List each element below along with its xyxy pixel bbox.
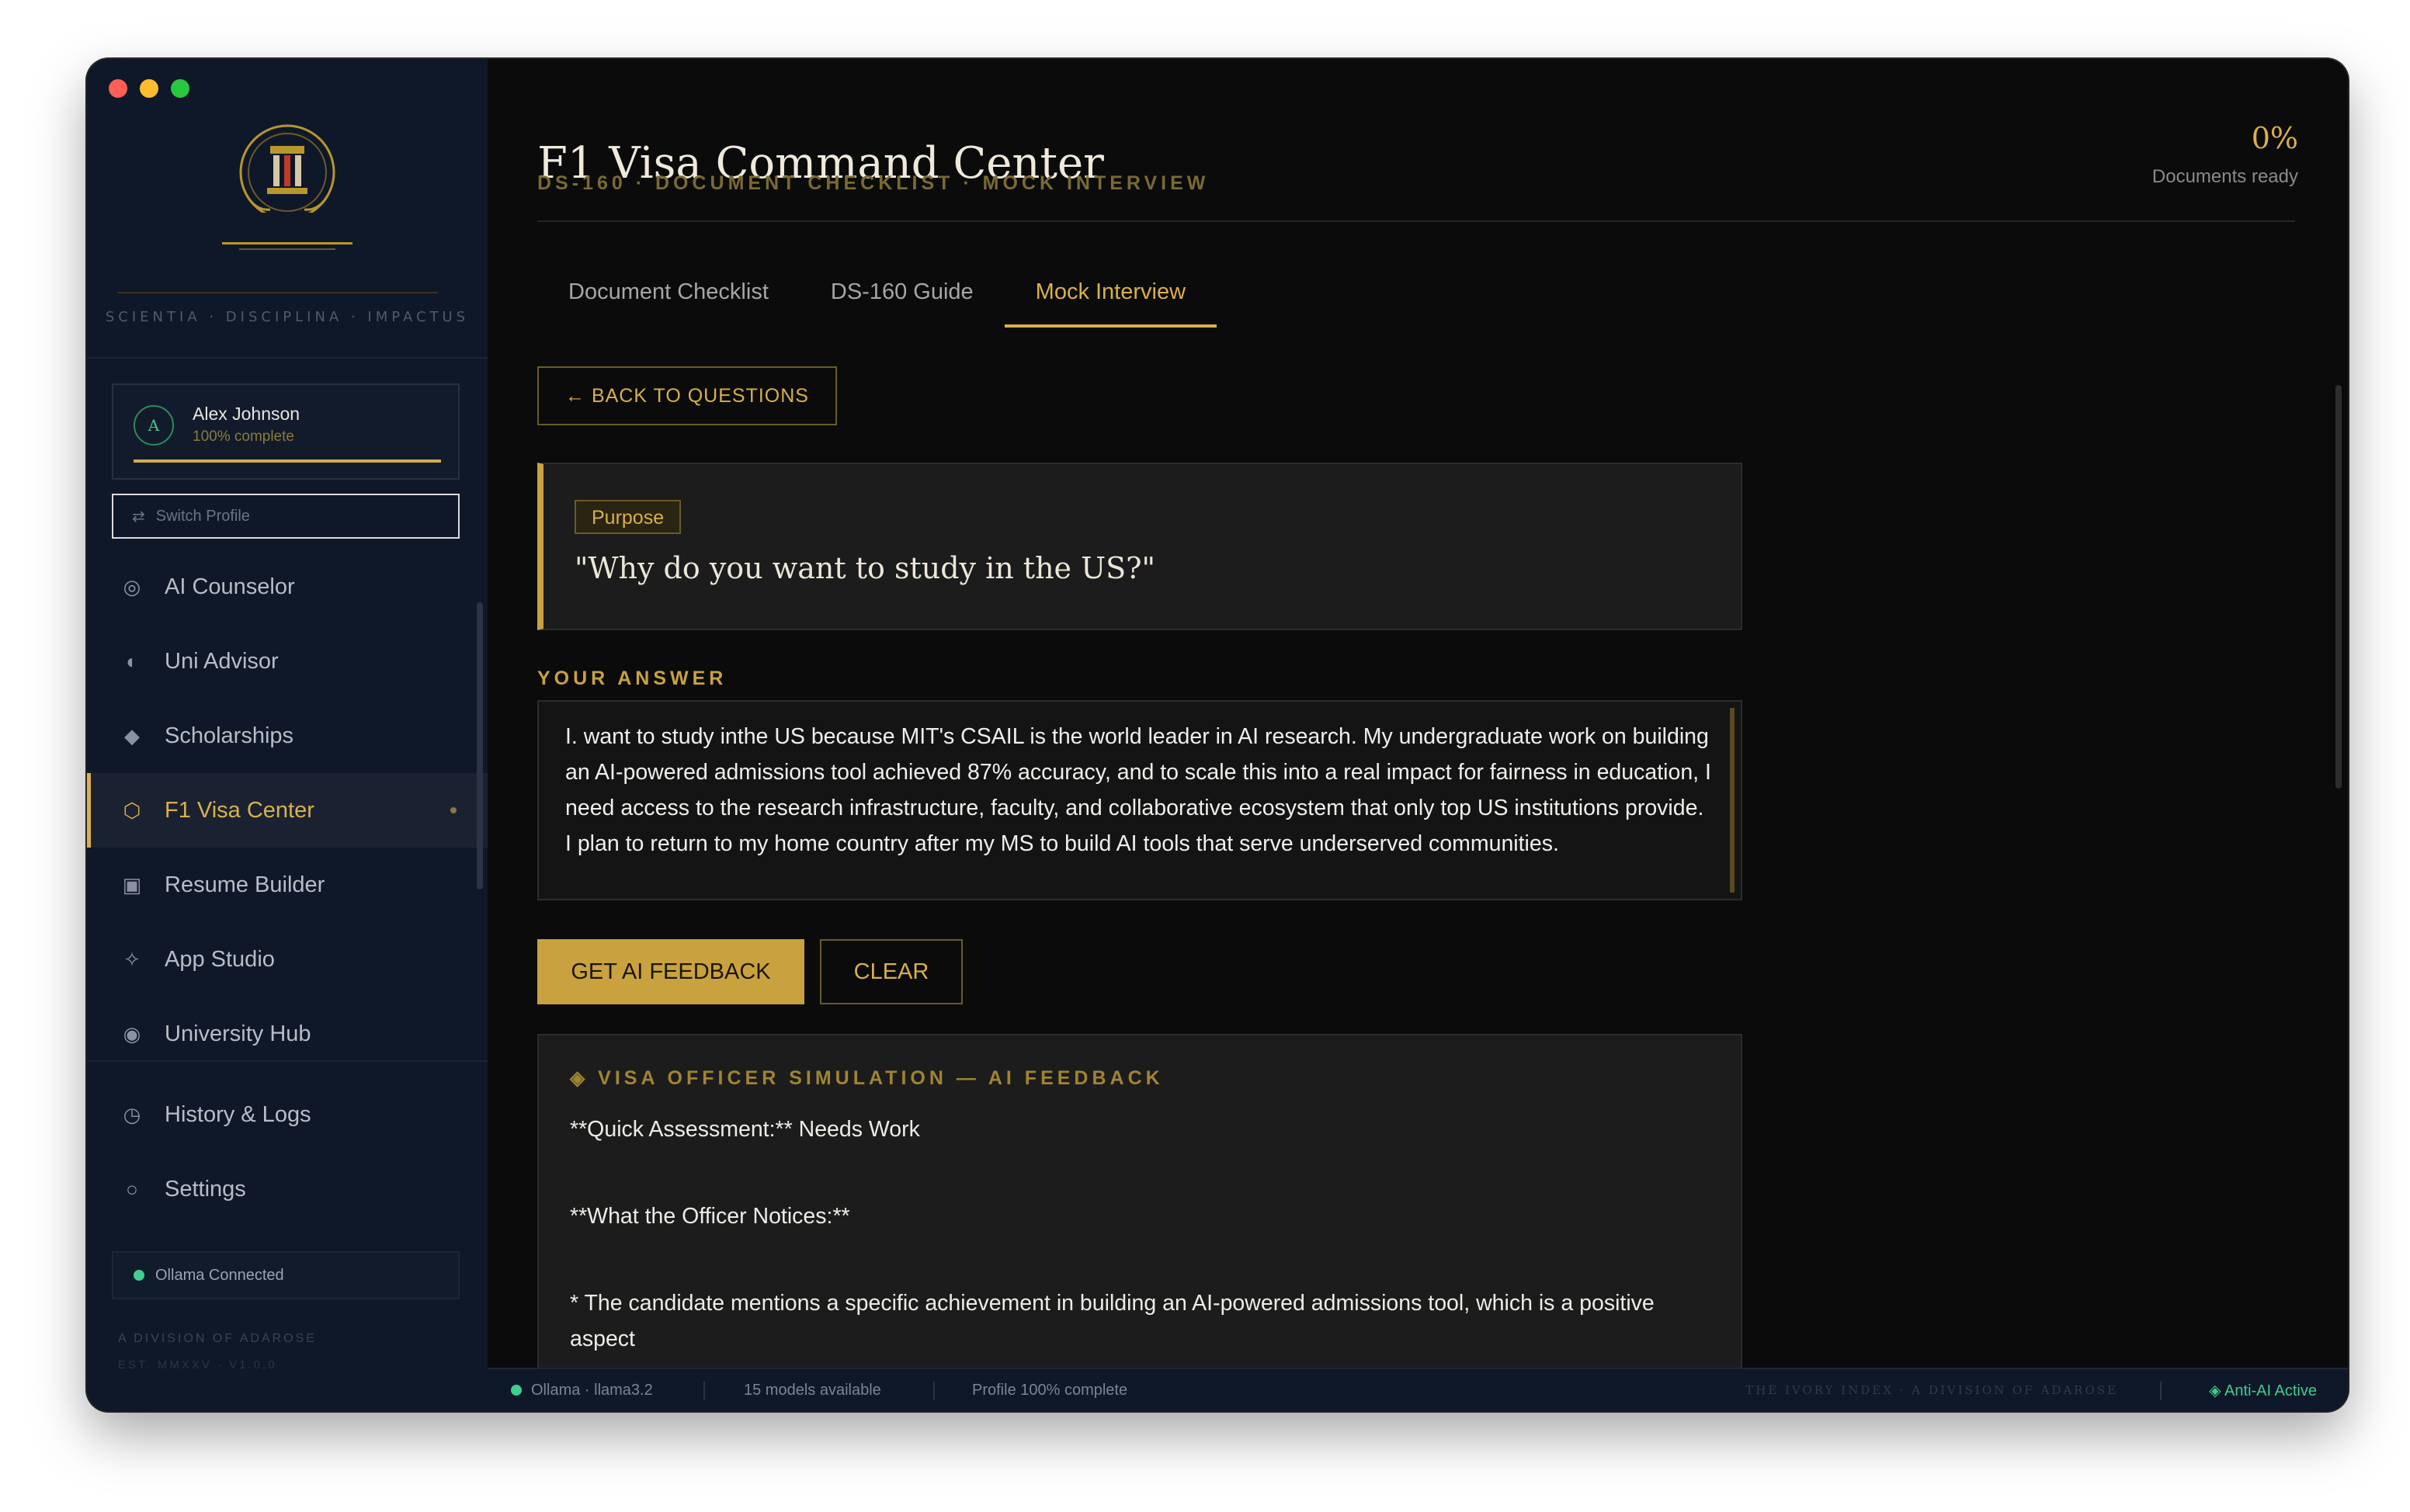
sidebar: SCIENTIA · DISCIPLINA · IMPACTUS A Alex … xyxy=(87,59,489,1411)
main-content: F1 Visa Command Center DS-160 · DOCUMENT… xyxy=(488,59,2348,1375)
back-to-questions-button[interactable]: ← BACK TO QUESTIONS xyxy=(537,366,837,425)
tab-mock-interview[interactable]: Mock Interview xyxy=(1004,273,1217,328)
sidebar-item-history-logs[interactable]: ◷ History & Logs xyxy=(87,1077,488,1152)
profile-name: Alex Johnson xyxy=(193,404,300,424)
clock-icon: ◷ xyxy=(123,1102,141,1126)
documents-percent: 0% xyxy=(2251,121,2298,155)
motto: SCIENTIA · DISCIPLINA · IMPACTUS xyxy=(105,309,470,325)
feedback-line: **Quick Assessment:** Needs Work xyxy=(570,1117,920,1142)
ollama-status: Ollama Connected xyxy=(155,1266,284,1284)
clear-button[interactable]: CLEAR xyxy=(820,939,963,1004)
status-brand: THE IVORY INDEX · A DIVISION OF ADAROSE xyxy=(1745,1383,2118,1397)
status-bar: Ollama · llama3.2 15 models available Pr… xyxy=(488,1368,2348,1411)
diamond-icon: ◆ xyxy=(124,723,140,747)
sidebar-item-label: Uni Advisor xyxy=(165,648,279,674)
tab-document-checklist[interactable]: Document Checklist xyxy=(537,273,800,328)
sidebar-item-label: Settings xyxy=(165,1176,246,1202)
sidebar-item-f1-visa-center[interactable]: ⬡ F1 Visa Center xyxy=(87,773,488,848)
tab-bar: Document Checklist DS-160 Guide Mock Inter… xyxy=(537,273,1217,328)
tab-ds-160-guide[interactable]: DS-160 Guide xyxy=(800,273,1005,328)
circle-icon: ○ xyxy=(126,1177,138,1201)
app-window: SCIENTIA · DISCIPLINA · IMPACTUS A Alex … xyxy=(87,59,2348,1411)
page-subtitle: DS-160 · DOCUMENT CHECKLIST · MOCK INTER… xyxy=(537,172,1210,194)
profile-completion: 100% complete xyxy=(193,428,294,445)
maximize-window-button[interactable] xyxy=(171,79,189,98)
half-circle-icon: ◐ xyxy=(126,649,138,673)
feedback-body: **Quick Assessment:** Needs Work **What … xyxy=(570,1111,1711,1374)
feedback-heading: ◈ VISA OFFICER SIMULATION — AI FEEDBACK xyxy=(570,1067,1164,1089)
square-icon: ▣ xyxy=(122,872,142,896)
sidebar-item-app-studio[interactable]: ✧ App Studio xyxy=(87,922,488,997)
sidebar-item-label: F1 Visa Center xyxy=(165,797,314,823)
feedback-card: ◈ VISA OFFICER SIMULATION — AI FEEDBACK … xyxy=(537,1034,1742,1375)
sidebar-item-label: App Studio xyxy=(165,946,275,972)
answer-label: YOUR ANSWER xyxy=(537,668,728,689)
status-divider xyxy=(703,1382,705,1400)
sidebar-item-label: Resume Builder xyxy=(165,872,325,897)
anti-ai-status: ◈ Anti-AI Active xyxy=(2209,1382,2317,1399)
answer-textarea[interactable]: I. want to study inthe US because MIT's … xyxy=(537,700,1742,900)
sidebar-item-label: Scholarships xyxy=(165,723,294,748)
sidebar-item-settings[interactable]: ○ Settings xyxy=(87,1152,488,1226)
window-controls xyxy=(109,79,189,98)
status-dot-icon xyxy=(511,1385,522,1396)
status-dot-icon xyxy=(134,1270,144,1281)
sidebar-item-ai-counselor[interactable]: ◎ AI Counselor xyxy=(87,550,488,624)
question-card: Purpose "Why do you want to study in the… xyxy=(537,463,1742,630)
profile-card[interactable]: A Alex Johnson 100% complete xyxy=(112,383,460,480)
status-divider xyxy=(933,1382,935,1400)
swap-icon: ⇄ xyxy=(132,508,145,525)
main-scrollbar[interactable] xyxy=(2335,385,2342,789)
sidebar-item-label: AI Counselor xyxy=(165,574,295,599)
nav-divider xyxy=(87,1060,488,1062)
active-indicator-dot xyxy=(450,807,457,813)
hexagon-icon: ⬡ xyxy=(123,798,141,822)
switch-profile-label: Switch Profile xyxy=(155,507,250,525)
close-window-button[interactable] xyxy=(109,79,127,98)
radio-icon: ◉ xyxy=(123,1021,141,1046)
profile-progress-fill xyxy=(134,459,441,463)
status-model: Ollama · llama3.2 xyxy=(511,1369,653,1411)
sidebar-divider xyxy=(87,357,488,359)
sidebar-item-resume-builder[interactable]: ▣ Resume Builder xyxy=(87,848,488,922)
header-divider xyxy=(537,220,2295,222)
sidebar-item-label: University Hub xyxy=(165,1021,311,1046)
sidebar-item-scholarships[interactable]: ◆ Scholarships xyxy=(87,699,488,773)
status-divider xyxy=(2160,1382,2162,1400)
answer-scrollbar[interactable] xyxy=(1730,708,1735,893)
get-ai-feedback-button[interactable]: GET AI FEEDBACK xyxy=(537,939,804,1004)
sparkle-icon: ✧ xyxy=(123,947,141,971)
minimize-window-button[interactable] xyxy=(140,79,158,98)
secondary-nav: ◷ History & Logs ○ Settings xyxy=(87,1077,488,1226)
documents-percent-label: Documents ready xyxy=(2151,166,2298,187)
ollama-status-card: Ollama Connected xyxy=(112,1251,460,1299)
sidebar-item-uni-advisor[interactable]: ◐ Uni Advisor xyxy=(87,624,488,699)
feedback-line: * The candidate mentions a specific achi… xyxy=(570,1291,1655,1351)
feedback-line: **What the Officer Notices:** xyxy=(570,1204,850,1229)
target-icon: ◎ xyxy=(123,574,141,598)
switch-profile-button[interactable]: ⇄ Switch Profile xyxy=(112,494,460,539)
interview-question: "Why do you want to study in the US?" xyxy=(575,551,1156,585)
primary-nav: ◎ AI Counselor ◐ Uni Advisor ◆ Scholarships ⬡ F… xyxy=(87,550,488,1071)
division-text: A DIVISION OF ADAROSE xyxy=(118,1332,317,1345)
version-text: EST. MMXXV · V1.0.0 xyxy=(118,1358,277,1372)
status-profile: Profile 100% complete xyxy=(972,1381,1128,1399)
sidebar-item-label: History & Logs xyxy=(165,1101,311,1127)
category-tag: Purpose xyxy=(575,500,682,534)
profile-progress-bar xyxy=(134,459,441,463)
avatar: A xyxy=(134,405,174,446)
logo-divider xyxy=(118,292,438,293)
sidebar-scrollbar[interactable] xyxy=(477,602,483,890)
ivory-index-logo xyxy=(222,124,352,250)
status-models-count: 15 models available xyxy=(744,1381,881,1399)
status-model-label: Ollama · llama3.2 xyxy=(531,1381,653,1399)
